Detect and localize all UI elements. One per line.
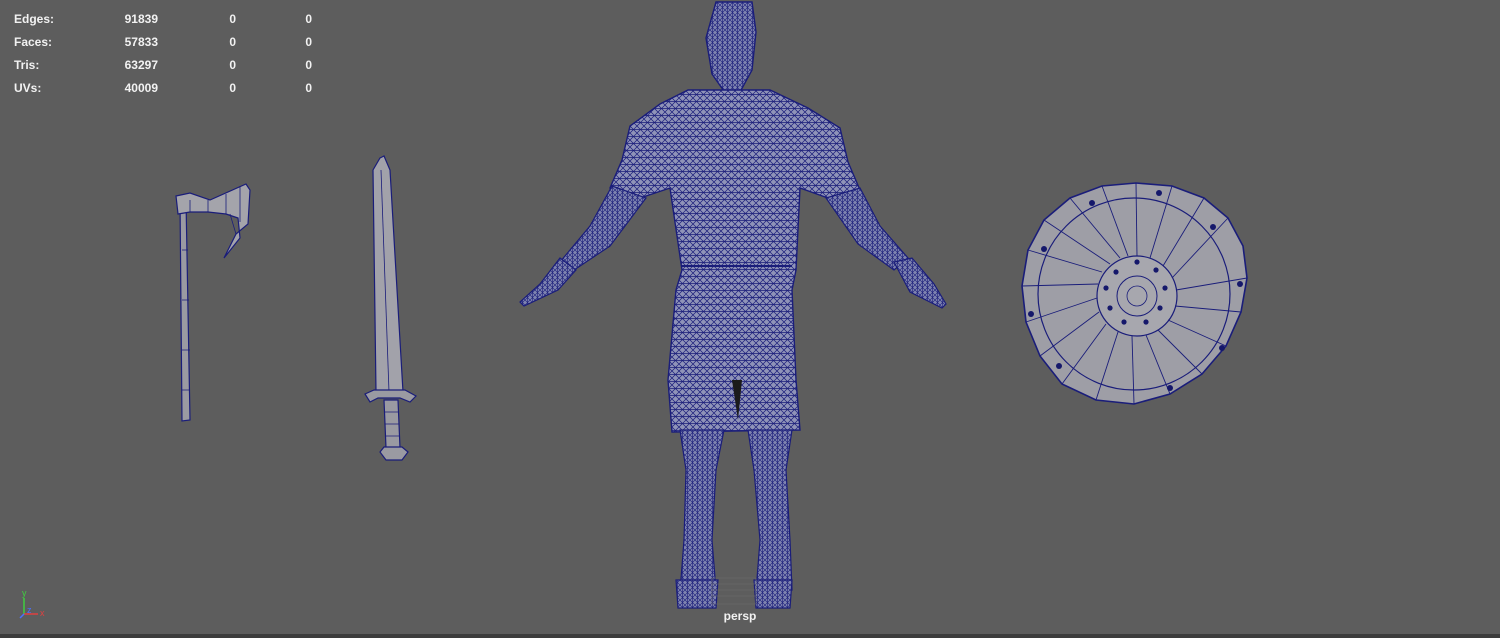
sword-mesh[interactable] xyxy=(364,155,417,461)
scene-canvas[interactable] xyxy=(0,0,1500,638)
axis-gizmo-icon: y z x xyxy=(19,588,45,619)
axe-mesh[interactable] xyxy=(175,183,251,422)
axis-x-label: x xyxy=(40,608,45,618)
camera-name-label: persp xyxy=(723,609,757,623)
3d-viewport[interactable]: Edges: 91839 0 0 Faces: 57833 0 0 Tris: … xyxy=(0,0,1500,638)
axis-y-label: y xyxy=(22,588,27,598)
character-mesh[interactable] xyxy=(519,1,947,609)
axis-z-label: z xyxy=(27,605,32,615)
viewport-bottom-border xyxy=(0,634,1500,638)
shield-mesh[interactable] xyxy=(1021,182,1248,405)
